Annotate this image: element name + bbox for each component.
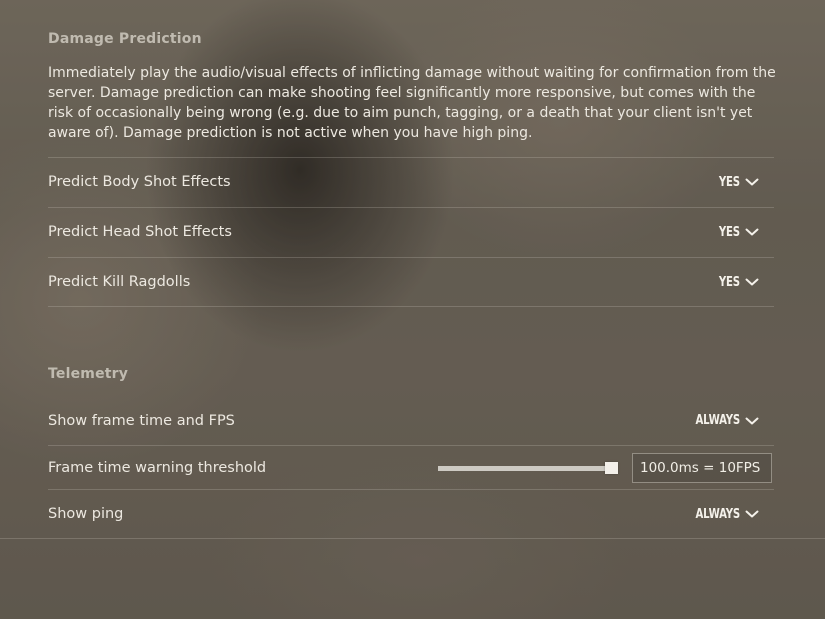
slider-track[interactable] — [438, 465, 618, 471]
setting-row-show-ping: Show ping ALWAYS — [48, 489, 774, 538]
setting-row-predict-head-shot: Predict Head Shot Effects YES — [48, 207, 774, 256]
slider-handle[interactable] — [605, 461, 618, 474]
chevron-down-icon — [745, 178, 759, 186]
dropdown-value: YES — [719, 224, 740, 240]
frame-time-dropdown[interactable]: ALWAYS — [683, 413, 760, 429]
chevron-down-icon — [745, 278, 759, 286]
setting-label: Predict Head Shot Effects — [48, 224, 232, 240]
section-title-damage-prediction: Damage Prediction — [48, 31, 202, 47]
chevron-down-icon — [745, 228, 759, 236]
setting-label: Frame time warning threshold — [48, 459, 267, 476]
setting-row-frame-time-threshold: Frame time warning threshold 100.0ms = 1… — [48, 445, 774, 489]
show-ping-dropdown[interactable]: ALWAYS — [683, 506, 760, 522]
setting-label: Show ping — [48, 506, 124, 522]
setting-row-frame-time: Show frame time and FPS ALWAYS — [48, 396, 774, 445]
predict-body-shot-dropdown[interactable]: YES — [713, 174, 760, 190]
setting-row-predict-body-shot: Predict Body Shot Effects YES — [48, 157, 774, 206]
setting-label: Show frame time and FPS — [48, 412, 235, 429]
dropdown-value: YES — [719, 174, 740, 190]
setting-row-predict-kill-ragdolls: Predict Kill Ragdolls YES — [48, 257, 774, 307]
chevron-down-icon — [745, 510, 759, 518]
dropdown-value: ALWAYS — [695, 413, 741, 428]
predict-head-shot-dropdown[interactable]: YES — [713, 224, 760, 240]
dropdown-value: YES — [719, 274, 740, 290]
chevron-down-icon — [745, 417, 759, 424]
damage-prediction-description: Immediately play the audio/visual effect… — [48, 65, 776, 141]
threshold-value-input[interactable]: 100.0ms = 10FPS — [632, 452, 772, 483]
predict-kill-ragdolls-dropdown[interactable]: YES — [713, 274, 760, 290]
setting-label: Predict Body Shot Effects — [48, 174, 231, 190]
setting-label: Predict Kill Ragdolls — [48, 274, 191, 290]
settings-panel: Damage Prediction Immediately play the a… — [0, 0, 825, 539]
threshold-slider[interactable] — [438, 461, 624, 475]
dropdown-value: ALWAYS — [695, 506, 741, 522]
section-title-telemetry: Telemetry — [48, 366, 129, 382]
